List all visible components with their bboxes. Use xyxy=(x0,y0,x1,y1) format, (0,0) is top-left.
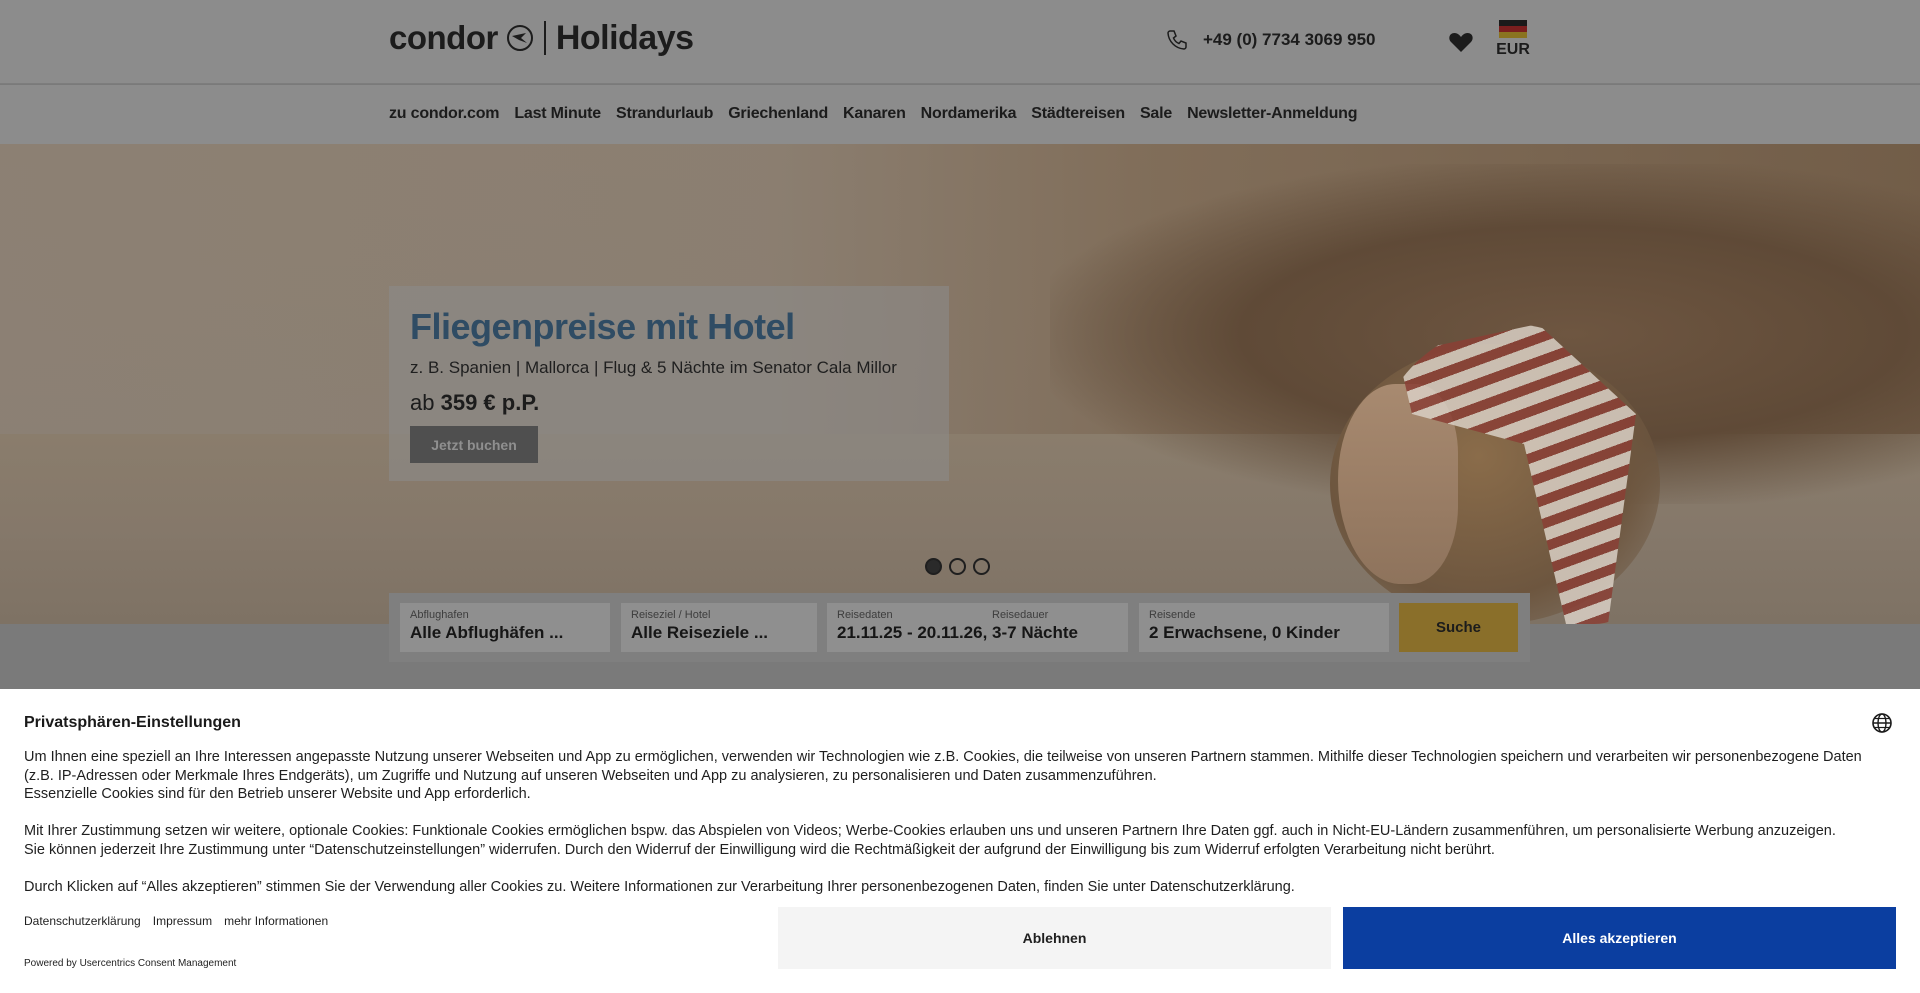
condor-holidays-logo[interactable]: condor Holidays xyxy=(389,18,694,58)
cookie-title: Privatsphären-Einstellungen xyxy=(24,714,241,731)
dates-label: Reisedaten xyxy=(837,609,893,621)
more-info-link[interactable]: mehr Informationen xyxy=(224,914,328,928)
destination-value: Alle Reiseziele ... xyxy=(631,623,769,642)
german-flag-icon xyxy=(1499,20,1527,38)
currency-selector[interactable]: EUR xyxy=(1494,20,1532,59)
hero-banner xyxy=(0,144,1920,624)
hotline[interactable]: +49 (0) 7734 3069 950 xyxy=(1165,28,1376,52)
cookie-paragraph-1: Um Ihnen eine speziell an Ihre Interesse… xyxy=(24,748,1894,804)
language-globe-icon[interactable] xyxy=(1871,712,1893,734)
nav-item-last-minute[interactable]: Last Minute xyxy=(514,105,601,123)
nav-item-staedtereisen[interactable]: Städtereisen xyxy=(1031,105,1125,123)
logo-product-text: Holidays xyxy=(555,18,694,57)
cookie-p2-line1: Mit Ihrer Zustimmung setzen wir weitere,… xyxy=(24,823,1836,839)
cookie-description: Um Ihnen eine speziell an Ihre Interesse… xyxy=(24,748,1894,915)
wishlist-heart-icon[interactable] xyxy=(1448,30,1474,54)
promo-box: Fliegenpreise mit Hotel z. B. Spanien | … xyxy=(389,286,949,481)
cookie-p2-line2: Sie können jederzeit Ihre Zustimmung unt… xyxy=(24,841,1495,858)
promo-price-prefix: ab xyxy=(410,390,435,415)
site-header: condor Holidays +49 (0) 7734 3069 950 EU… xyxy=(0,0,1920,84)
nav-item-griechenland[interactable]: Griechenland xyxy=(728,105,828,123)
nav-item-condor[interactable]: zu condor.com xyxy=(389,105,500,123)
search-button[interactable]: Suche xyxy=(1399,603,1518,652)
book-now-button[interactable]: Jetzt buchen xyxy=(410,426,538,463)
travellers-value: 2 Erwachsene, 0 Kinder xyxy=(1149,623,1340,642)
promo-price: ab 359 € p.P. xyxy=(410,390,539,416)
imprint-link[interactable]: Impressum xyxy=(153,914,212,928)
promo-price-value: 359 € p.P. xyxy=(440,390,540,415)
promo-title: Fliegenpreise mit Hotel xyxy=(410,306,795,347)
nav-item-sale[interactable]: Sale xyxy=(1140,105,1172,123)
departure-label: Abflughafen xyxy=(410,609,469,621)
cookie-p1-line1: Um Ihnen eine speziell an Ihre Interesse… xyxy=(24,749,1862,784)
cookie-paragraph-3: Durch Klicken auf “Alles akzeptieren” st… xyxy=(24,878,1295,895)
travel-dates-field[interactable]: Reisedaten Reisedauer 21.11.25 - 20.11.2… xyxy=(827,603,1128,652)
nav-item-newsletter[interactable]: Newsletter-Anmeldung xyxy=(1187,105,1357,123)
destination-field[interactable]: Reiseziel / Hotel Alle Reiseziele ... xyxy=(621,603,817,652)
destination-label: Reiseziel / Hotel xyxy=(631,609,711,621)
logo-separator xyxy=(543,21,546,55)
decline-button[interactable]: Ablehnen xyxy=(778,907,1331,969)
privacy-policy-link[interactable]: Datenschutzerklärung xyxy=(24,914,141,928)
nav-item-strandurlaub[interactable]: Strandurlaub xyxy=(616,105,713,123)
logo-brand-text: condor xyxy=(389,19,498,56)
duration-label: Reisedauer xyxy=(992,609,1049,621)
crane-logo-icon xyxy=(506,25,533,51)
promo-subtitle: z. B. Spanien | Mallorca | Flug & 5 Näch… xyxy=(410,358,897,377)
accept-all-button[interactable]: Alles akzeptieren xyxy=(1343,907,1896,969)
dates-value: 21.11.25 - 20.11.26, 3-7 Nächte xyxy=(837,623,1079,642)
cookie-links: Datenschutzerklärung Impressum mehr Info… xyxy=(24,914,328,928)
cookie-paragraph-2: Mit Ihrer Zustimmung setzen wir weitere,… xyxy=(24,822,1894,859)
nav-item-nordamerika[interactable]: Nordamerika xyxy=(921,105,1017,123)
carousel-dot-2[interactable] xyxy=(949,558,966,575)
departure-field[interactable]: Abflughafen Alle Abflughäfen ... xyxy=(400,603,610,652)
powered-by-text: Powered by Usercentrics Consent Manageme… xyxy=(24,958,237,969)
currency-label: EUR xyxy=(1496,41,1530,58)
cookie-consent-banner: Privatsphären-Einstellungen Um Ihnen ein… xyxy=(0,689,1920,993)
departure-value: Alle Abflughäfen ... xyxy=(410,623,564,642)
main-navigation: zu condor.com Last Minute Strandurlaub G… xyxy=(0,85,1920,144)
nav-item-kanaren[interactable]: Kanaren xyxy=(843,105,906,123)
carousel-dot-3[interactable] xyxy=(973,558,990,575)
search-bar: Abflughafen Alle Abflughäfen ... Reisezi… xyxy=(389,593,1530,662)
travellers-label: Reisende xyxy=(1149,609,1196,621)
phone-number[interactable]: +49 (0) 7734 3069 950 xyxy=(1203,30,1376,50)
phone-icon xyxy=(1167,30,1187,50)
travellers-field[interactable]: Reisende 2 Erwachsene, 0 Kinder xyxy=(1139,603,1389,652)
cookie-p1-line2: Essenzielle Cookies sind für den Betrieb… xyxy=(24,786,531,802)
carousel-dot-1[interactable] xyxy=(925,558,942,575)
carousel-indicators xyxy=(925,558,990,575)
